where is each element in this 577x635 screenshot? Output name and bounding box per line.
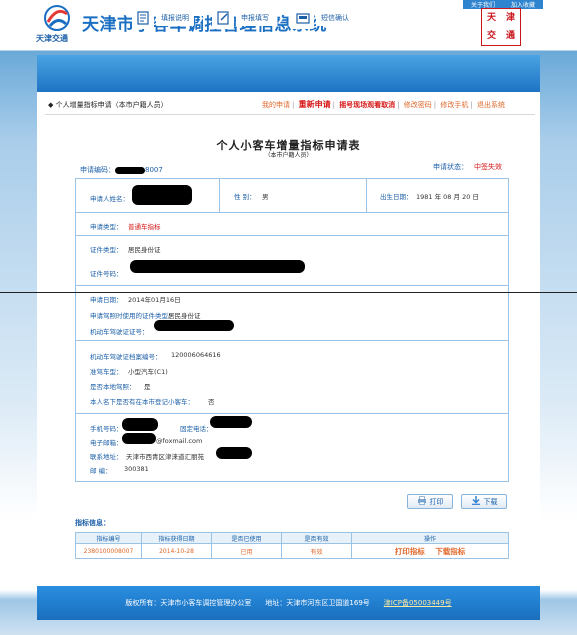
print-index-link[interactable]: 打印指标 xyxy=(395,547,425,556)
personal-section: 申请人姓名： 性 别： 男 出生日期： 1981 年 08 月 20 日 xyxy=(76,179,508,213)
archive-section: 机动车驾驶证档案编号： 120006064616 准驾车型： 小型汽车(C1) … xyxy=(76,341,508,414)
steps-bar xyxy=(37,55,540,92)
site-title: 天津市小客车调控管理信息系统 xyxy=(82,15,327,35)
nav-change-mobile[interactable]: 修改手机 xyxy=(440,101,468,109)
download-icon xyxy=(471,496,481,507)
footer-address: 地址：天津市河东区卫国道169号 xyxy=(265,599,370,607)
nav-links: 我的申请 | 重新申请 | 摇号现场观看取消 | 修改密码 | 修改手机 | 退出系统 xyxy=(262,100,505,109)
chevron-right-icon: ❯ xyxy=(356,13,365,24)
page-title: ◆ 个人增量指标申请（本市户籍人员） xyxy=(48,101,168,109)
printer-icon xyxy=(417,496,427,507)
form-subtitle: （本市户籍人员） xyxy=(264,152,313,159)
form-icon xyxy=(212,7,234,29)
license-section: 申请日期： 2014年01月16日 申请驾照时使用的证件类型： 居民身份证 机动… xyxy=(76,286,508,341)
footer-icp-link[interactable]: 津ICP备05003449号 xyxy=(384,598,452,608)
download-index-link[interactable]: 下载指标 xyxy=(435,547,465,556)
index-table: 指标编号 指标获得日期 是否已使用 是否有效 操作 2380100008007 … xyxy=(75,532,509,559)
step-label: 完成申报 xyxy=(404,14,432,22)
seal-logo: 天津 交通 xyxy=(481,8,521,46)
step-label: 填报说明 xyxy=(156,10,194,26)
chevron-right-icon: ❯ xyxy=(196,13,205,24)
step-sms: 短信确认 xyxy=(292,6,354,30)
nav-lottery-view[interactable]: 摇号现场观看取消 xyxy=(339,101,395,109)
application-code: 申请编码： 8007 xyxy=(80,166,163,174)
type-section: 申请类型： 普通车指标 xyxy=(76,213,508,236)
application-form: 申请人姓名： 性 别： 男 出生日期： 1981 年 08 月 20 日 申请类… xyxy=(75,178,509,482)
footer-copyright: 版权所有：天津市小客车调控管理办公室 xyxy=(125,599,252,607)
nav-reapply[interactable]: 重新申请 xyxy=(299,100,331,109)
nav-change-password[interactable]: 修改密码 xyxy=(404,101,432,109)
divider xyxy=(45,114,535,115)
table-row: 2380100008007 2014-10-28 已用 有效 打印指标 下载指标 xyxy=(75,543,509,559)
footer: 版权所有：天津市小客车调控管理办公室 地址：天津市河东区卫国道169号 津ICP… xyxy=(37,586,540,620)
step-fill: 申报填写 xyxy=(212,6,274,30)
nav-logout[interactable]: 退出系统 xyxy=(477,101,505,109)
check-icon xyxy=(375,7,397,29)
nav-my-application[interactable]: 我的申请 xyxy=(262,101,290,109)
row-actions: 打印指标 下载指标 xyxy=(351,543,509,559)
document-icon xyxy=(132,7,154,29)
step-instructions: 填报说明 xyxy=(132,6,194,30)
print-button[interactable]: 打印 xyxy=(407,494,453,509)
table-header-row: 指标编号 指标获得日期 是否已使用 是否有效 操作 xyxy=(75,532,509,544)
download-button[interactable]: 下载 xyxy=(461,494,507,509)
step-label: 短信确认 xyxy=(316,10,354,26)
step-label: 申报填写 xyxy=(236,10,274,26)
sms-icon xyxy=(292,7,314,29)
id-section: 证件类型： 居民身份证 证件号码： xyxy=(76,236,508,286)
divider-line xyxy=(0,292,577,293)
application-status: 申请状态： 中签失效 xyxy=(433,163,502,171)
chevron-right-icon: ❯ xyxy=(276,13,285,24)
logo-subtitle: 天津交通 xyxy=(36,33,68,43)
contact-section: 手机号码： 固定电话： 电子邮箱： @foxmail.com 联系地址： 天津市… xyxy=(76,414,508,482)
logo-icon xyxy=(40,4,74,32)
index-info-label: 指标信息： xyxy=(75,519,110,527)
step-complete: 完成申报 xyxy=(375,6,437,30)
